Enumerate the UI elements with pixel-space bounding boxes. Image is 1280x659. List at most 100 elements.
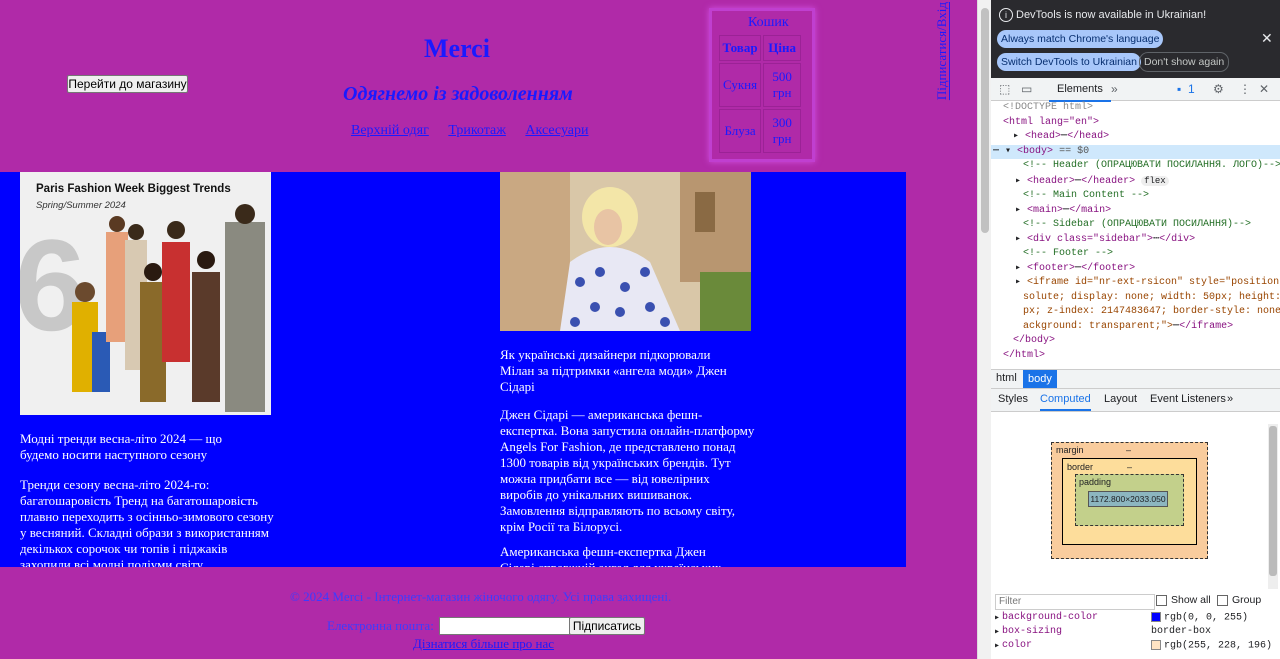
- dom-html[interactable]: <html lang="en">: [991, 116, 1280, 131]
- article-1-body: Тренди сезону весна-літо 2024-го: багато…: [20, 477, 274, 567]
- tab-computed[interactable]: Computed: [1040, 389, 1091, 411]
- device-toolbar-icon[interactable]: ▭: [1021, 82, 1032, 96]
- devtools-scrollbar[interactable]: [1268, 424, 1278, 589]
- cart-title: Кошик: [748, 15, 789, 30]
- site-logo[interactable]: Merci: [424, 34, 490, 64]
- dom-comment-header[interactable]: <!-- Header (ОПРАЦЮВАТИ ПОСИЛАННЯ. ЛОГО)…: [991, 159, 1280, 174]
- cart-item: Сукня: [719, 63, 762, 107]
- dom-body-close[interactable]: </body>: [991, 334, 1280, 349]
- table-row: Блуза 300 грн: [719, 109, 802, 153]
- gear-icon[interactable]: ⚙: [1213, 82, 1224, 96]
- computed-properties: ▸ background-color rgb(0, 0, 255) ▸ box-…: [991, 612, 1280, 654]
- dom-body[interactable]: ⋯ ▾ <body> == $0: [991, 144, 1280, 159]
- dom-footer-tag: <footer>: [1027, 262, 1076, 274]
- dom-iframe-line-4: ackground: transparent;">⋯</iframe>: [991, 320, 1280, 335]
- tab-styles[interactable]: Styles: [998, 393, 1028, 405]
- close-icon[interactable]: ✕: [1261, 30, 1273, 47]
- list-item[interactable]: ▸ box-sizing border-box: [991, 626, 1280, 640]
- dom-iframe[interactable]: ▸ <iframe id="nr-ext-rsicon" style="posi…: [991, 276, 1280, 291]
- dom-main[interactable]: ▸ <main>⋯</main>: [991, 204, 1280, 219]
- dom-div-close: </div>: [1159, 233, 1196, 245]
- dom-body-ref: == $0: [1059, 145, 1090, 157]
- more-tabs-icon[interactable]: »: [1111, 82, 1118, 96]
- kebab-menu-icon[interactable]: ⋮: [1239, 82, 1251, 96]
- expand-icon[interactable]: ▸: [994, 640, 1000, 652]
- footer-copyright: © 2024 Merci - Інтернет-магазин жіночого…: [290, 589, 672, 604]
- dom-header[interactable]: ▸ <header>⋯</header> flex: [991, 174, 1280, 190]
- group-checkbox[interactable]: Group: [1217, 594, 1261, 606]
- crumb-body[interactable]: body: [1023, 370, 1057, 388]
- group-label: Group: [1232, 594, 1262, 606]
- dom-head[interactable]: ▸ <head>⋯</head>: [991, 130, 1280, 145]
- switch-to-ukrainian-button[interactable]: Switch DevTools to Ukrainian: [997, 53, 1141, 71]
- issues-count[interactable]: 1: [1188, 82, 1195, 96]
- cart-price: 500 грн: [763, 63, 802, 107]
- dom-doctype[interactable]: <!DOCTYPE html>: [991, 101, 1280, 116]
- subscribe-button[interactable]: Підписатись: [569, 617, 645, 635]
- email-field[interactable]: [439, 617, 570, 635]
- box-margin-label: margin: [1056, 445, 1084, 455]
- flex-badge[interactable]: flex: [1141, 175, 1169, 186]
- woman-in-print-dress-image: [500, 172, 751, 331]
- list-item[interactable]: ▸ background-color rgb(0, 0, 255): [991, 612, 1280, 626]
- tab-layout[interactable]: Layout: [1104, 393, 1137, 405]
- cart-header-price: Ціна: [763, 35, 802, 61]
- dom-html-tag: <html lang="en">: [1003, 116, 1100, 128]
- dom-footer[interactable]: ▸ <footer>⋯</footer>: [991, 262, 1280, 277]
- info-icon: i: [999, 8, 1013, 22]
- nav-accessories[interactable]: Аксесуари: [525, 123, 588, 138]
- article-2-body: Джен Сідарі — американська фешн-експертк…: [500, 407, 755, 534]
- issues-icon[interactable]: ▪: [1177, 82, 1181, 96]
- dom-iframe-line-3: px; z-index: 2147483647; border-style: n…: [1023, 306, 1280, 317]
- dont-show-again-button[interactable]: Don't show again: [1139, 52, 1230, 72]
- article-1-title[interactable]: Модні тренди весна-літо 2024 — що будемо…: [20, 431, 260, 463]
- devtools-toolbar: ⬚ ▭ Elements » ▪ 1 ⚙ ⋮ ✕: [991, 78, 1280, 102]
- color-swatch-icon[interactable]: [1151, 612, 1161, 622]
- dom-comment-footer[interactable]: <!-- Footer -->: [991, 247, 1280, 262]
- box-border: border – padding 1172.800×2033.050: [1062, 458, 1197, 545]
- crumb-html[interactable]: html: [991, 372, 1022, 384]
- page-scrollbar[interactable]: [977, 0, 992, 659]
- nav-knitwear[interactable]: Трикотаж: [448, 123, 506, 138]
- devtools-panel: i DevTools is now available in Ukrainian…: [991, 0, 1280, 659]
- dom-header-tag: <header>: [1027, 175, 1076, 187]
- tab-elements[interactable]: Elements: [1049, 78, 1111, 102]
- cart-sidebar: Кошик Товар Ціна Сукня 500 грн Блуза 300…: [709, 8, 815, 162]
- show-all-checkbox[interactable]: Show all: [1156, 594, 1211, 606]
- vertical-auth-links: Підписатися/Вхід: [934, 2, 950, 100]
- article-2-title[interactable]: Як українські дизайнери підкорювали Міла…: [500, 347, 745, 395]
- dom-body-tag: <body>: [1017, 145, 1054, 157]
- dom-comment-main[interactable]: <!-- Main Content -->: [991, 189, 1280, 204]
- expand-icon[interactable]: ▸: [994, 612, 1000, 624]
- box-content-size[interactable]: 1172.800×2033.050: [1088, 491, 1168, 507]
- more-subtabs-icon[interactable]: »: [1227, 393, 1233, 405]
- close-devtools-icon[interactable]: ✕: [1259, 82, 1269, 96]
- always-match-language-button[interactable]: Always match Chrome's language: [997, 30, 1164, 48]
- dom-comment-sidebar[interactable]: <!-- Sidebar (ОПРАЦЮВАТИ ПОСИЛАННЯ)-->: [991, 218, 1280, 233]
- inspect-element-icon[interactable]: ⬚: [999, 82, 1010, 96]
- designer-photo: [500, 172, 751, 331]
- box-margin-top: –: [1126, 445, 1132, 455]
- dom-div-sidebar[interactable]: ▸ <div class="sidebar">⋯</div>: [991, 233, 1280, 248]
- devtools-language-banner: i DevTools is now available in Ukrainian…: [991, 0, 1280, 78]
- property-value: rgb(255, 228, 196): [1151, 640, 1272, 652]
- cart-price: 300 грн: [763, 109, 802, 153]
- tab-event-listeners[interactable]: Event Listeners: [1150, 393, 1226, 405]
- table-row: Сукня 500 грн: [719, 63, 802, 107]
- color-swatch-icon[interactable]: [1151, 640, 1161, 650]
- computed-filter-input[interactable]: Filter: [995, 594, 1155, 610]
- nav-outerwear[interactable]: Верхній одяг: [351, 123, 429, 138]
- dom-main-close: </main>: [1069, 204, 1112, 216]
- dom-iframe-line-2: solute; display: none; width: 50px; heig…: [1023, 291, 1280, 303]
- go-to-shop-button[interactable]: Перейти до магазину: [67, 75, 188, 93]
- page-scroll-thumb[interactable]: [981, 8, 989, 233]
- learn-more-link[interactable]: Дізнатися більше про нас: [413, 636, 554, 652]
- web-page: Перейти до магазину Merci Одягнемо із за…: [0, 0, 977, 659]
- auth-links[interactable]: Підписатися/Вхід: [934, 2, 950, 100]
- dom-html-close[interactable]: </html>: [991, 349, 1280, 364]
- list-item[interactable]: ▸ color rgb(255, 228, 196): [991, 640, 1280, 654]
- expand-icon[interactable]: ▸: [994, 626, 1000, 638]
- box-padding-label: padding: [1079, 477, 1112, 487]
- cart-item: Блуза: [719, 109, 762, 153]
- cart-header-item: Товар: [719, 35, 762, 61]
